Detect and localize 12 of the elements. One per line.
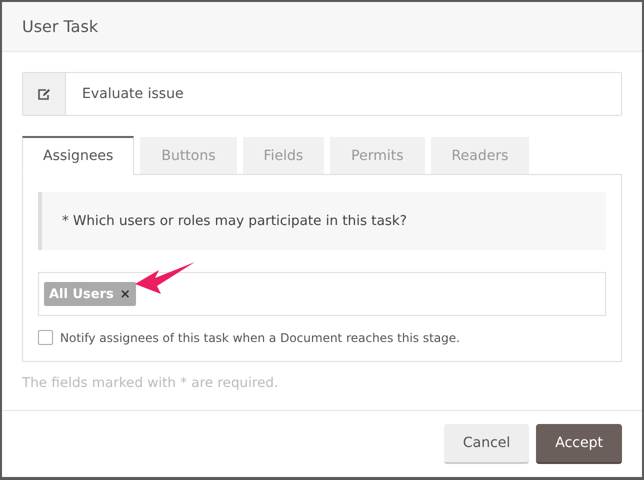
edit-icon	[37, 88, 51, 100]
tab[interactable]: Assignees	[22, 136, 134, 175]
required-note: The fields marked with * are required.	[22, 375, 280, 391]
question-text: * Which users or roles may participate in this task?	[62, 213, 407, 229]
checkbox[interactable]	[38, 330, 53, 345]
window-title: User Task	[22, 17, 98, 36]
checkbox-label: Notify assignees of this task when a Document reaches this stage.	[60, 330, 460, 344]
task-name-field[interactable]: Evaluate issue	[22, 72, 622, 116]
remove-button[interactable]: ×	[120, 286, 131, 302]
tag-label: All Users	[49, 286, 114, 302]
dialog-button[interactable]: Accept	[536, 424, 622, 464]
dialog-button[interactable]: Cancel	[444, 424, 530, 464]
